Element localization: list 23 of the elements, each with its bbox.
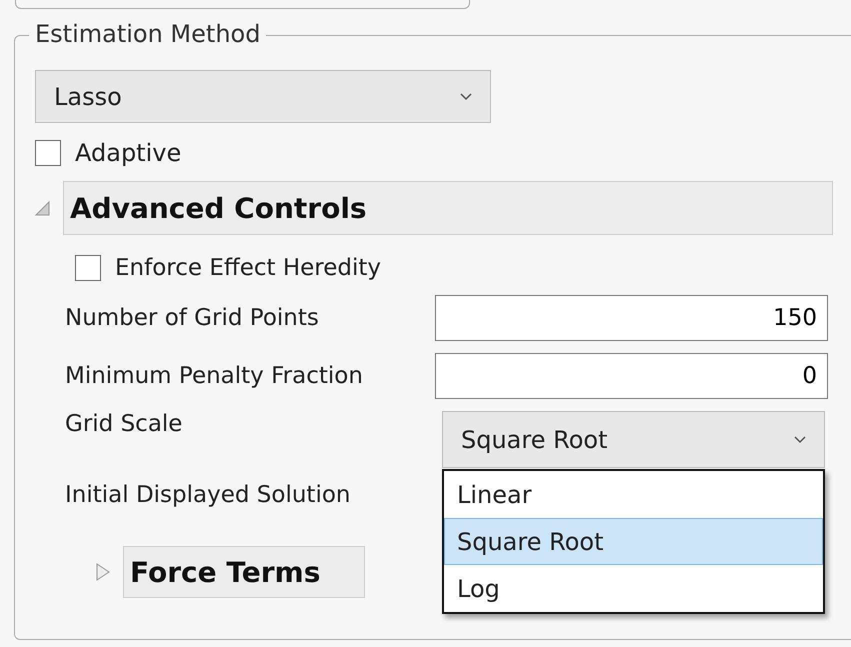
- checkbox[interactable]: [75, 255, 101, 281]
- chevron-icon: [794, 436, 806, 444]
- field-label: Number of Grid Points: [65, 305, 320, 331]
- field-label: Minimum Penalty Fraction: [65, 363, 364, 389]
- checkbox-label: Adaptive: [75, 139, 182, 167]
- input-field[interactable]: 0: [435, 353, 828, 399]
- chevron-icon: [460, 92, 472, 100]
- field-label: Grid Scale: [65, 411, 184, 437]
- dropdown-option[interactable]: Square Root: [444, 518, 823, 565]
- checkbox-label: Enforce Effect Heredity: [115, 255, 382, 281]
- dropdown-option[interactable]: Linear: [444, 471, 823, 518]
- input-field[interactable]: 150: [435, 295, 828, 341]
- section-header[interactable]: Advanced Controls: [63, 181, 833, 235]
- adaptive-checkbox[interactable]: Adaptive: [35, 139, 851, 167]
- disclosure-icon[interactable]: [95, 561, 111, 583]
- grid-scale-dropdown[interactable]: Square Root: [442, 411, 825, 468]
- method-dropdown[interactable]: Lasso: [35, 70, 491, 123]
- disclosure-icon[interactable]: [35, 199, 51, 217]
- section-header[interactable]: Force Terms: [123, 546, 365, 598]
- checkbox[interactable]: [35, 140, 61, 166]
- heredity-checkbox[interactable]: Enforce Effect Heredity: [75, 255, 851, 281]
- dropdown-option[interactable]: Log: [444, 565, 823, 612]
- field-label: Initial Displayed Solution: [65, 482, 352, 508]
